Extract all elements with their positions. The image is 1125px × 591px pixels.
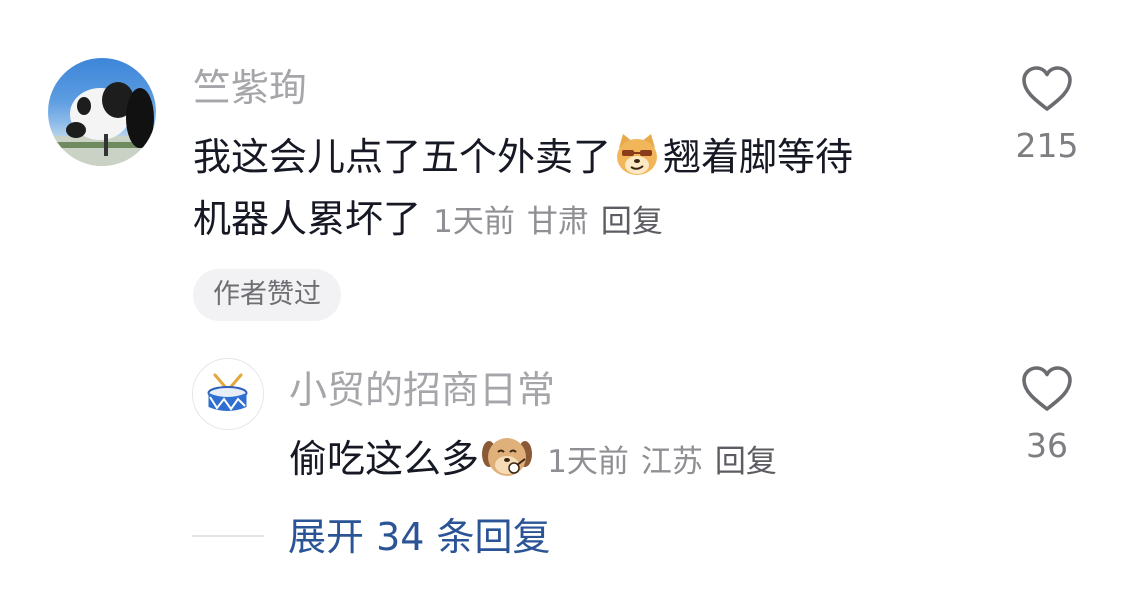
comment-time: 1天前: [433, 204, 515, 240]
comment-text-part-1: 我这会儿点了五个外卖了: [193, 135, 612, 179]
reply-reply-button[interactable]: 回复: [715, 444, 777, 480]
reply-time: 1天前: [547, 444, 629, 480]
author-liked-badge: 作者赞过: [193, 269, 341, 321]
comment-like-button[interactable]: 215: [987, 66, 1107, 166]
divider: [192, 535, 264, 537]
reply-author[interactable]: 小贸的招商日常: [289, 370, 555, 410]
comment-reply-button[interactable]: 回复: [601, 204, 663, 240]
reply-location: 江苏: [640, 444, 703, 480]
eating-dog-emoji-icon: [481, 432, 533, 489]
comment-thread: 竺紫珣 我这会儿点了五个外卖了 翘着脚等待 机器人累坏了 1天前 甘肃 回复 作者赞…: [0, 0, 1125, 591]
comment-location: 甘肃: [526, 204, 589, 240]
expand-replies-button[interactable]: 展开 34 条回复: [288, 515, 551, 559]
reply-like-count: 36: [1026, 426, 1068, 465]
sly-dog-emoji-icon: [613, 130, 661, 187]
comment-text-line-2: 机器人累坏了 1天前 甘肃 回复: [193, 197, 675, 244]
reply-text-line: 偷吃这么多 1天前 江苏 回复: [289, 432, 789, 489]
avatar[interactable]: [48, 58, 156, 166]
comment-author[interactable]: 竺紫珣: [193, 68, 307, 108]
comment-text-part-3: 机器人累坏了: [193, 197, 422, 241]
comment-meta: 1天前 甘肃 回复: [433, 204, 675, 240]
reply-text: 偷吃这么多: [289, 437, 480, 481]
panda-sculpture-photo-icon: [48, 82, 156, 166]
reply-meta: 1天前 江苏 回复: [547, 444, 789, 480]
drum-icon: [207, 373, 248, 411]
reply-like-button[interactable]: 36: [987, 366, 1107, 466]
comment-like-count: 215: [1015, 126, 1079, 165]
heart-icon[interactable]: [1021, 366, 1073, 412]
heart-icon[interactable]: [1021, 66, 1073, 112]
comment-text-part-2: 翘着脚等待: [663, 135, 854, 179]
reply-avatar[interactable]: [192, 358, 264, 430]
comment-text-line-1: 我这会儿点了五个外卖了 翘着脚等待: [193, 130, 853, 187]
